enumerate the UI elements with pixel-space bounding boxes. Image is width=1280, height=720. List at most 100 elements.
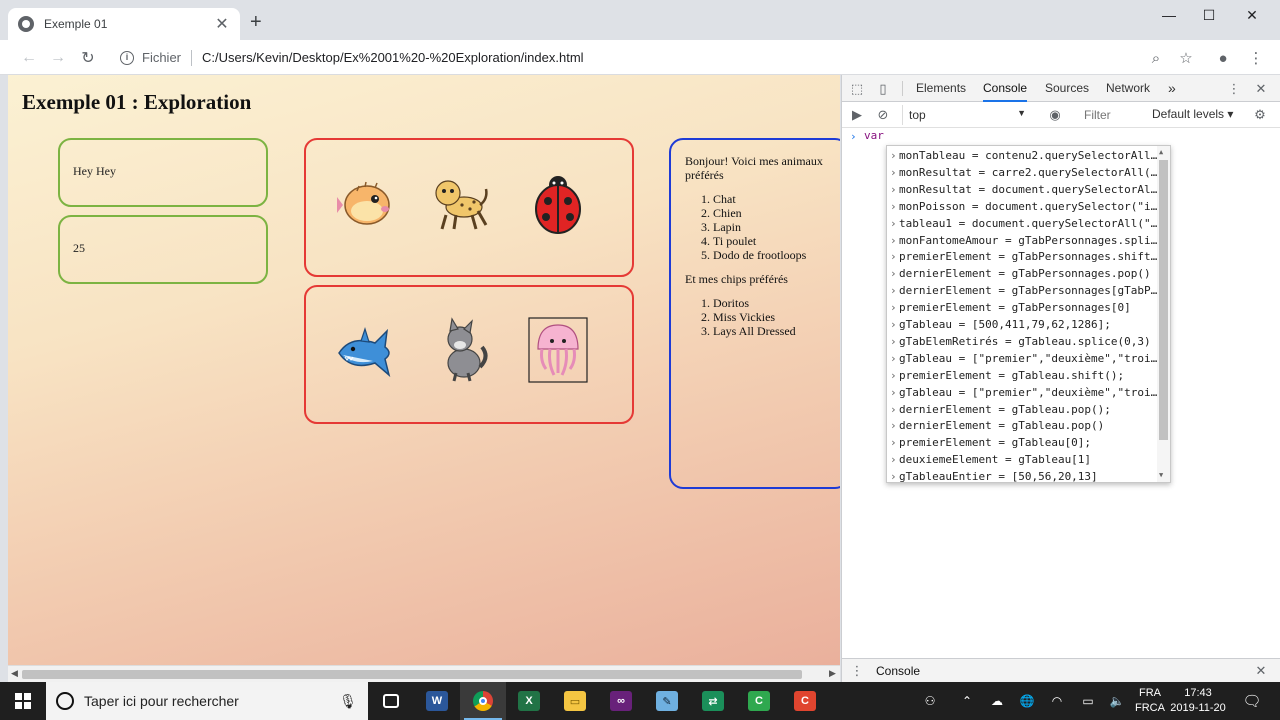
tab-elements[interactable]: Elements bbox=[916, 75, 966, 102]
maximize-button[interactable]: ☐ bbox=[1186, 0, 1232, 30]
camtasia-recorder-icon[interactable]: C bbox=[736, 682, 782, 720]
forward-button[interactable]: → bbox=[47, 47, 69, 69]
scroll-up-arrow-icon[interactable]: ▲ bbox=[1159, 148, 1163, 156]
address-bar[interactable]: i Fichier C:/Users/Kevin/Desktop/Ex%2001… bbox=[110, 44, 1205, 71]
back-button[interactable]: ← bbox=[18, 47, 40, 69]
clock[interactable]: 17:43 2019-11-20 bbox=[1168, 682, 1228, 720]
animal-item: Lapin bbox=[713, 220, 840, 234]
winscp-icon[interactable]: ⇄ bbox=[690, 682, 736, 720]
show-sidebar-icon[interactable]: ▶ bbox=[849, 107, 865, 123]
autocomplete-item[interactable]: › monResultat = document.querySelectorAll… bbox=[887, 181, 1159, 198]
inspect-element-icon[interactable]: ⬚ bbox=[849, 81, 865, 97]
notepad-icon[interactable]: ✎ bbox=[644, 682, 690, 720]
autocomplete-item[interactable]: › premierElement = gTabPersonnages.shift(… bbox=[887, 248, 1159, 265]
console-filter-input[interactable] bbox=[1074, 105, 1144, 125]
browser-tab[interactable]: Exemple 01 ✕ bbox=[8, 8, 240, 40]
action-center-icon[interactable]: 🗨 bbox=[1238, 682, 1266, 720]
autocomplete-item[interactable]: › premierElement = gTableau[0]; bbox=[887, 434, 1159, 451]
new-tab-button[interactable]: + bbox=[250, 12, 262, 32]
autocomplete-item[interactable]: › monPoisson = document.querySelector("im… bbox=[887, 198, 1159, 215]
autocomplete-item[interactable]: › gTableau = ["premier","deuxième","trois… bbox=[887, 350, 1159, 367]
word-icon[interactable]: W bbox=[414, 682, 460, 720]
favorites-box: Bonjour! Voici mes animaux préférés Chat… bbox=[669, 138, 840, 489]
ladybug-icon bbox=[535, 176, 581, 234]
more-tabs-icon[interactable]: » bbox=[1168, 75, 1176, 102]
profile-icon[interactable]: ● bbox=[1213, 48, 1233, 68]
people-icon[interactable]: ⚇ bbox=[918, 682, 942, 720]
console-input[interactable]: var bbox=[864, 129, 884, 142]
tab-console[interactable]: Console bbox=[983, 75, 1028, 102]
eye-icon[interactable]: ◉ bbox=[1047, 107, 1063, 123]
log-levels-dropdown[interactable]: Default levels ▾ bbox=[1152, 107, 1233, 121]
battery-icon[interactable]: ▭ bbox=[1076, 682, 1100, 720]
autocomplete-item[interactable]: › deuxiemeElement = gTableau[1] bbox=[887, 451, 1159, 468]
info-icon[interactable]: i bbox=[120, 50, 134, 65]
file-explorer-icon[interactable]: ▭ bbox=[552, 682, 598, 720]
network-icon[interactable]: 🌐 bbox=[1014, 682, 1040, 720]
visual-studio-icon[interactable]: ∞ bbox=[598, 682, 644, 720]
autocomplete-list[interactable]: ▲ ▼ › monTableau = contenu2.querySelector… bbox=[886, 145, 1171, 483]
input-language[interactable]: FRA FRCA bbox=[1134, 682, 1166, 720]
autocomplete-item[interactable]: › gTableau = ["premier","deuxième","trois… bbox=[887, 384, 1159, 401]
autocomplete-item[interactable]: › gTabElemRetirés = gTableau.splice(0,3) bbox=[887, 333, 1159, 350]
autocomplete-item[interactable]: › dernierElement = gTableau.pop() bbox=[887, 417, 1159, 434]
autocomplete-item[interactable]: › monTableau = contenu2.querySelectorAll(… bbox=[887, 147, 1159, 164]
autocomplete-item[interactable]: › monFantomeAmour = gTabPersonnages.splic… bbox=[887, 232, 1159, 249]
scrollbar-thumb[interactable] bbox=[22, 670, 802, 679]
scroll-down-arrow-icon[interactable]: ▼ bbox=[1159, 471, 1163, 479]
chrome-icon[interactable] bbox=[460, 682, 506, 720]
close-window-button[interactable]: ✕ bbox=[1229, 0, 1275, 30]
start-button[interactable] bbox=[0, 682, 46, 720]
task-view-icon[interactable] bbox=[368, 682, 414, 720]
onedrive-icon[interactable]: ☁ bbox=[986, 682, 1008, 720]
console-output[interactable]: › var ▲ ▼ › monTableau = contenu2.querySe… bbox=[842, 128, 1280, 658]
chevron-right-icon: › bbox=[890, 402, 897, 416]
scroll-left-arrow-icon[interactable]: ◀ bbox=[11, 668, 18, 679]
devtools-menu-icon[interactable]: ⋮ bbox=[1226, 81, 1242, 97]
settings-gear-icon[interactable]: ⚙ bbox=[1252, 107, 1268, 123]
chevron-right-icon: › bbox=[890, 470, 897, 483]
volume-icon[interactable]: 🔈 bbox=[1106, 682, 1128, 720]
autocomplete-item[interactable]: › premierElement = gTabPersonnages[0] bbox=[887, 299, 1159, 316]
autocomplete-item[interactable]: › monResultat = carre2.querySelectorAll("… bbox=[887, 164, 1159, 181]
windows-taskbar: Taper ici pour rechercher 🎙 W X ▭ ∞ ✎ ⇄ … bbox=[0, 682, 1280, 720]
reload-button[interactable]: ↻ bbox=[77, 47, 99, 69]
scroll-right-arrow-icon[interactable]: ▶ bbox=[829, 668, 836, 679]
autocomplete-item[interactable]: › dernierElement = gTabPersonnages.pop() bbox=[887, 265, 1159, 282]
autocomplete-item-text: dernierElement = gTableau.pop() bbox=[899, 419, 1105, 433]
microphone-icon[interactable]: 🎙 bbox=[338, 693, 358, 710]
drawer-close-icon[interactable]: ✕ bbox=[1253, 663, 1269, 679]
chevron-right-icon: › bbox=[890, 233, 897, 247]
address-url[interactable]: C:/Users/Kevin/Desktop/Ex%2001%20-%20Exp… bbox=[202, 50, 584, 65]
wifi-icon[interactable]: ◠ bbox=[1046, 682, 1068, 720]
page-horizontal-scrollbar[interactable]: ◀ ▶ bbox=[8, 665, 840, 682]
camtasia-icon[interactable]: C bbox=[782, 682, 828, 720]
show-hidden-icons-chevron-icon[interactable]: ⌃ bbox=[956, 682, 978, 720]
red-box-bottom bbox=[304, 285, 634, 424]
autocomplete-item[interactable]: › gTableau = [500,411,79,62,1286]; bbox=[887, 316, 1159, 333]
clear-console-icon[interactable]: ⊘ bbox=[875, 107, 891, 123]
page-heading: Exemple 01 : Exploration bbox=[22, 90, 252, 114]
browser-menu-icon[interactable]: ⋮ bbox=[1246, 48, 1266, 68]
taskbar-search[interactable]: Taper ici pour rechercher 🎙 bbox=[46, 682, 368, 720]
autocomplete-item[interactable]: › premierElement = gTableau.shift(); bbox=[887, 367, 1159, 384]
device-toolbar-icon[interactable]: ▯ bbox=[875, 81, 891, 97]
drawer-menu-icon[interactable]: ⋮ bbox=[849, 663, 865, 679]
autocomplete-scroll-thumb[interactable] bbox=[1159, 160, 1168, 440]
address-scheme-label: Fichier bbox=[142, 50, 182, 65]
tab-network[interactable]: Network bbox=[1106, 75, 1150, 102]
autocomplete-item[interactable]: › dernierElement = gTabPersonnages[gTabPe… bbox=[887, 282, 1159, 299]
excel-icon[interactable]: X bbox=[506, 682, 552, 720]
autocomplete-item[interactable]: › tableau1 = document.querySelectorAll("i… bbox=[887, 215, 1159, 232]
autocomplete-item-text: premierElement = gTabPersonnages.shift()… bbox=[899, 250, 1159, 264]
tab-sources[interactable]: Sources bbox=[1045, 75, 1089, 102]
tab-close-icon[interactable]: ✕ bbox=[214, 14, 230, 34]
autocomplete-item[interactable]: › gTableauEntier = [50,56,20,13] bbox=[887, 468, 1159, 483]
autocomplete-item[interactable]: › dernierElement = gTableau.pop(); bbox=[887, 401, 1159, 418]
bookmark-star-icon[interactable]: ☆ bbox=[1176, 48, 1196, 68]
chevron-right-icon: › bbox=[890, 284, 897, 298]
devtools-close-icon[interactable]: ✕ bbox=[1253, 81, 1269, 97]
context-selector[interactable]: top ▼ bbox=[902, 105, 1032, 125]
drawer-tab-console[interactable]: Console bbox=[876, 664, 920, 678]
zoom-icon[interactable]: ⌕ bbox=[1146, 48, 1166, 68]
